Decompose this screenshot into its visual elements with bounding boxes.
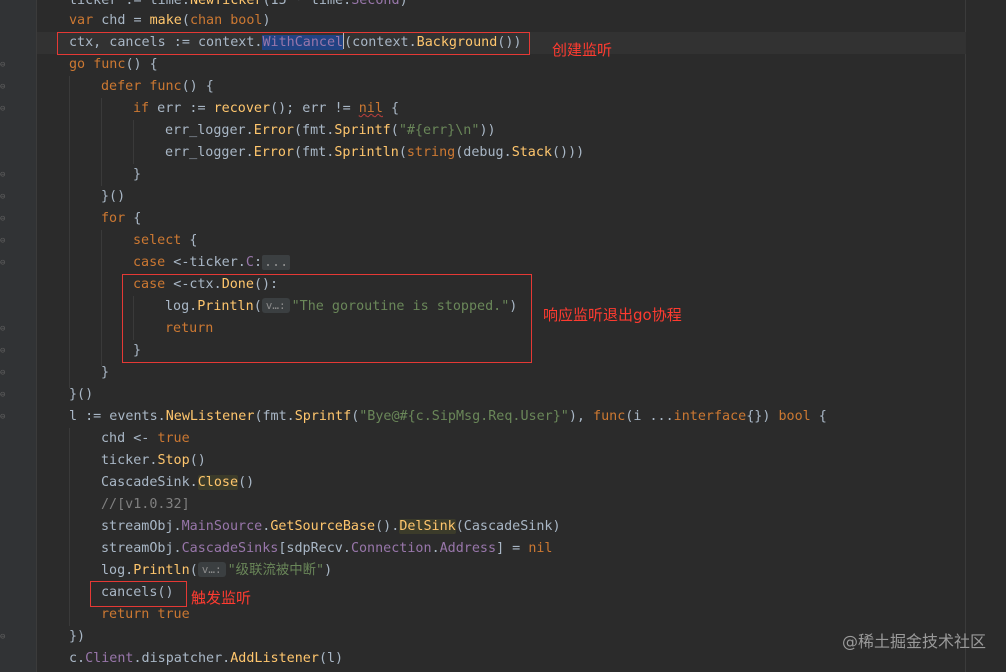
fold-marker-icon[interactable]: ⊖ xyxy=(0,170,8,180)
code-line-select[interactable]: select { xyxy=(133,230,198,252)
parameter-hint: v…: xyxy=(197,562,226,577)
code-line-case-ticker[interactable]: case <-ticker.C:... xyxy=(133,252,291,274)
code-line-delsink[interactable]: streamObj.MainSource.GetSourceBase().Del… xyxy=(101,516,561,538)
code-line-chd[interactable]: var chd = make(chan bool) xyxy=(69,10,271,32)
code-line-defer[interactable]: defer func() { xyxy=(101,76,214,98)
annotation-respond-label: 响应监听退出go协程 xyxy=(543,306,682,324)
code-line-go-func[interactable]: go func() { xyxy=(69,54,158,76)
fold-marker-icon[interactable]: ⊖ xyxy=(0,390,8,400)
fold-marker-icon[interactable]: ⊖ xyxy=(0,324,8,334)
fold-marker-icon[interactable]: ⊖ xyxy=(0,412,8,422)
code-line-ticker-stop[interactable]: ticker.Stop() xyxy=(101,450,206,472)
indent-guide xyxy=(101,98,102,186)
annotation-trigger-label: 触发监听 xyxy=(191,589,252,607)
fold-marker-icon[interactable]: ⊖ xyxy=(0,192,8,202)
indent-guide xyxy=(69,428,70,626)
editor-gutter: ⊖ ⊖ ⊖ ⊖ ⊖ ⊖ ⊖ ⊖ ⊖ ⊖ ⊖ ⊖ ⊖ ⊖ xyxy=(0,0,37,672)
code-line-error-sprintf[interactable]: err_logger.Error(fmt.Sprintf("#{err}\n")… xyxy=(165,120,496,142)
watermark: @稀土掘金技术社区 xyxy=(841,632,986,651)
annotation-box-create xyxy=(57,32,530,55)
code-line-cascadesink-close[interactable]: CascadeSink.Close() xyxy=(101,472,254,494)
code-line-for[interactable]: for { xyxy=(101,208,141,230)
code-line-error-sprintln[interactable]: err_logger.Error(fmt.Sprintln(string(deb… xyxy=(165,142,584,164)
code-line-close-listener[interactable]: }) xyxy=(69,626,85,648)
code-line-close-if[interactable]: } xyxy=(133,164,141,186)
annotation-create-label: 创建监听 xyxy=(552,41,613,59)
code-line-close-go[interactable]: }() xyxy=(69,384,93,406)
fold-marker-icon[interactable]: ⊖ xyxy=(0,258,8,268)
fold-marker-icon[interactable]: ⊖ xyxy=(0,236,8,246)
fold-marker-icon[interactable]: ⊖ xyxy=(0,346,8,356)
fold-marker-icon[interactable]: ⊖ xyxy=(0,82,8,92)
fold-marker-icon[interactable]: ⊖ xyxy=(0,368,8,378)
code-line-log-interrupted[interactable]: log.Println(v…: "级联流被中断") xyxy=(101,560,332,582)
code-line-close-for[interactable]: } xyxy=(101,362,109,384)
folded-code-indicator[interactable]: ... xyxy=(262,255,291,270)
code-line-cascadesinks[interactable]: streamObj.CascadeSinks[sdpRecv.Connectio… xyxy=(101,538,553,560)
code-line-close-defer[interactable]: }() xyxy=(101,186,125,208)
code-line-comment[interactable]: //[v1.0.32] xyxy=(101,494,190,516)
fold-marker-icon[interactable]: ⊖ xyxy=(0,104,8,114)
indent-guide xyxy=(133,120,134,164)
fold-marker-icon[interactable]: ⊖ xyxy=(0,214,8,224)
code-line-chd-true[interactable]: chd <- true xyxy=(101,428,190,450)
annotation-box-trigger xyxy=(90,581,187,607)
indent-guide xyxy=(101,230,102,366)
indent-guide xyxy=(69,76,70,388)
fold-marker-icon[interactable]: ⊖ xyxy=(0,60,8,70)
code-line-recover[interactable]: if err := recover(); err != nil { xyxy=(133,98,399,120)
code-line-newlistener[interactable]: l := events.NewListener(fmt.Sprintf("Bye… xyxy=(69,406,827,428)
code-line-addlistener[interactable]: c.Client.dispatcher.AddListener(l) xyxy=(69,648,343,670)
annotation-box-respond xyxy=(122,274,532,363)
code-line-return-true[interactable]: return true xyxy=(101,604,190,626)
fold-marker-icon[interactable]: ⊖ xyxy=(0,632,8,642)
right-margin-guide xyxy=(965,0,966,672)
